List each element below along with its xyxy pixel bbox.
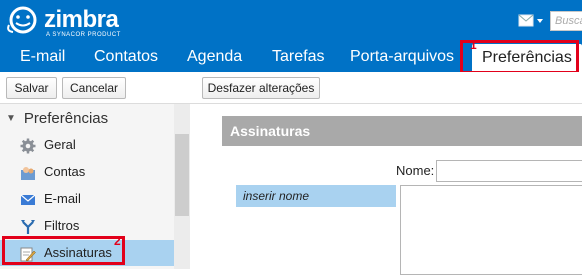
tab-contacts[interactable]: Contatos — [94, 42, 158, 72]
accounts-icon — [20, 164, 36, 180]
signature-list-item[interactable]: inserir nome — [236, 185, 396, 207]
logo-tagline: A SYNACOR PRODUCT — [46, 32, 121, 38]
annotation-marker-1: 1 — [470, 38, 477, 52]
highlight-box-signatures-item — [2, 236, 125, 265]
sidebar-item-label: Geral — [44, 137, 76, 152]
section-title: Assinaturas — [222, 116, 582, 146]
name-label: Nome: — [396, 163, 435, 178]
search-input[interactable]: Busca — [550, 11, 582, 31]
envelope-icon — [518, 14, 543, 27]
cancel-button[interactable]: Cancelar — [62, 77, 126, 99]
sidebar-item-general[interactable]: Geral — [0, 132, 174, 158]
save-button[interactable]: Salvar — [6, 77, 57, 99]
toolbar: Salvar Cancelar Desfazer alterações — [0, 72, 582, 104]
sidebar-scrollbar[interactable] — [174, 104, 190, 269]
search-scope-select[interactable] — [516, 11, 546, 31]
app-header: zimbra A SYNACOR PRODUCT Busca — [0, 0, 582, 42]
tab-tasks[interactable]: Tarefas — [272, 42, 324, 72]
tab-briefcase[interactable]: Porta-arquivos — [350, 42, 454, 72]
filter-icon — [20, 218, 36, 234]
logo-wordmark: zimbra — [44, 6, 119, 33]
sidebar-item-label: Filtros — [44, 218, 80, 233]
zimbra-logo-icon — [7, 6, 37, 34]
sidebar-heading[interactable]: ▼ Preferências — [6, 110, 108, 127]
preferences-content: Assinaturas Nome: inserir nome — [190, 104, 582, 275]
sidebar-item-email[interactable]: E-mail — [0, 186, 174, 212]
sidebar-item-label: Contas — [44, 164, 86, 179]
signature-name-input[interactable] — [436, 160, 582, 182]
tab-calendar[interactable]: Agenda — [187, 42, 242, 72]
tab-email[interactable]: E-mail — [20, 42, 65, 72]
gear-icon — [20, 137, 36, 154]
collapse-arrow-icon[interactable]: ▼ — [6, 113, 16, 124]
undo-changes-button[interactable]: Desfazer alterações — [202, 77, 320, 99]
sidebar-item-accounts[interactable]: Contas — [0, 159, 174, 185]
search-area: Busca — [516, 11, 582, 31]
highlight-box-preferences-tab — [460, 40, 579, 74]
zimbra-logo[interactable]: zimbra A SYNACOR PRODUCT — [6, 4, 156, 38]
sidebar-heading-label: Preferências — [23, 110, 109, 127]
envelope-icon — [20, 191, 36, 207]
annotation-marker-2: 2 — [114, 234, 121, 248]
scrollbar-thumb[interactable] — [175, 134, 189, 216]
sidebar-item-label: E-mail — [44, 191, 81, 206]
signature-editor[interactable] — [400, 185, 582, 275]
